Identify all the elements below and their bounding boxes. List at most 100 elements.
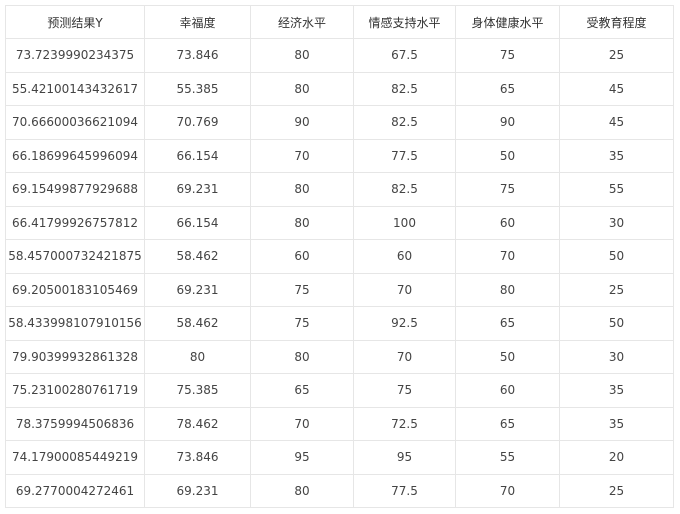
cell-happiness: 78.462 [144,406,251,441]
cell-happiness: 73.846 [144,440,251,475]
cell-happiness: 58.462 [144,239,251,274]
table-body: 73.7239990234375 73.846 80 67.5 75 25 55.42100… [5,38,674,508]
cell-education-level: 35 [559,138,674,173]
cell-happiness: 66.154 [144,138,251,173]
cell-prediction-y: 55.42100143432617 [5,71,145,106]
cell-physical-health: 50 [455,138,560,173]
cell-prediction-y: 79.90399932861328 [5,339,145,374]
cell-emotional-support: 67.5 [353,38,456,73]
table-row: 58.457000732421875 58.462 60 60 70 50 [5,239,674,274]
cell-physical-health: 65 [455,71,560,106]
cell-physical-health: 70 [455,473,560,508]
table-header: 预测结果Y 幸福度 经济水平 情感支持水平 身体健康水平 受教育程度 [5,5,674,39]
cell-emotional-support: 72.5 [353,406,456,441]
cell-education-level: 25 [559,473,674,508]
cell-emotional-support: 70 [353,339,456,374]
column-header-happiness: 幸福度 [144,5,251,39]
cell-prediction-y: 69.2770004272461 [5,473,145,508]
cell-physical-health: 60 [455,205,560,240]
cell-economic-level: 75 [250,306,354,341]
cell-prediction-y: 75.23100280761719 [5,373,145,408]
cell-emotional-support: 100 [353,205,456,240]
cell-emotional-support: 77.5 [353,138,456,173]
table-row: 79.90399932861328 80 80 70 50 30 [5,339,674,374]
table-row: 73.7239990234375 73.846 80 67.5 75 25 [5,38,674,73]
table-row: 69.15499877929688 69.231 80 82.5 75 55 [5,172,674,207]
cell-prediction-y: 73.7239990234375 [5,38,145,73]
cell-physical-health: 70 [455,239,560,274]
cell-economic-level: 75 [250,272,354,307]
cell-economic-level: 70 [250,138,354,173]
cell-economic-level: 70 [250,406,354,441]
cell-education-level: 35 [559,406,674,441]
cell-physical-health: 50 [455,339,560,374]
cell-happiness: 73.846 [144,38,251,73]
cell-happiness: 55.385 [144,71,251,106]
cell-prediction-y: 66.18699645996094 [5,138,145,173]
cell-happiness: 80 [144,339,251,374]
cell-physical-health: 55 [455,440,560,475]
cell-prediction-y: 69.15499877929688 [5,172,145,207]
cell-emotional-support: 92.5 [353,306,456,341]
cell-happiness: 69.231 [144,473,251,508]
table-row: 58.433998107910156 58.462 75 92.5 65 50 [5,306,674,341]
cell-education-level: 50 [559,239,674,274]
cell-physical-health: 65 [455,406,560,441]
cell-happiness: 66.154 [144,205,251,240]
cell-happiness: 75.385 [144,373,251,408]
cell-happiness: 58.462 [144,306,251,341]
cell-education-level: 55 [559,172,674,207]
cell-physical-health: 65 [455,306,560,341]
cell-happiness: 69.231 [144,272,251,307]
cell-emotional-support: 95 [353,440,456,475]
cell-economic-level: 80 [250,38,354,73]
cell-education-level: 50 [559,306,674,341]
table-row: 75.23100280761719 75.385 65 75 60 35 [5,373,674,408]
cell-education-level: 25 [559,38,674,73]
cell-physical-health: 90 [455,105,560,140]
cell-economic-level: 65 [250,373,354,408]
cell-economic-level: 80 [250,71,354,106]
table-row: 78.3759994506836 78.462 70 72.5 65 35 [5,406,674,441]
cell-education-level: 45 [559,71,674,106]
column-header-physical-health: 身体健康水平 [455,5,560,39]
cell-economic-level: 80 [250,172,354,207]
cell-prediction-y: 78.3759994506836 [5,406,145,441]
cell-happiness: 69.231 [144,172,251,207]
cell-emotional-support: 60 [353,239,456,274]
cell-emotional-support: 82.5 [353,71,456,106]
cell-economic-level: 80 [250,205,354,240]
cell-physical-health: 75 [455,38,560,73]
column-header-emotional-support: 情感支持水平 [353,5,456,39]
table-row: 69.2770004272461 69.231 80 77.5 70 25 [5,473,674,508]
cell-emotional-support: 77.5 [353,473,456,508]
cell-emotional-support: 82.5 [353,105,456,140]
cell-education-level: 30 [559,205,674,240]
cell-prediction-y: 69.20500183105469 [5,272,145,307]
column-header-prediction-y: 预测结果Y [5,5,145,39]
cell-emotional-support: 70 [353,272,456,307]
cell-economic-level: 80 [250,473,354,508]
cell-prediction-y: 66.41799926757812 [5,205,145,240]
cell-economic-level: 60 [250,239,354,274]
cell-emotional-support: 75 [353,373,456,408]
cell-economic-level: 80 [250,339,354,374]
cell-prediction-y: 58.433998107910156 [5,306,145,341]
cell-education-level: 35 [559,373,674,408]
results-table: 预测结果Y 幸福度 经济水平 情感支持水平 身体健康水平 受教育程度 73.72… [5,5,674,508]
cell-economic-level: 95 [250,440,354,475]
table-row: 74.17900085449219 73.846 95 95 55 20 [5,440,674,475]
cell-prediction-y: 58.457000732421875 [5,239,145,274]
table-row: 55.42100143432617 55.385 80 82.5 65 45 [5,71,674,106]
cell-physical-health: 60 [455,373,560,408]
cell-physical-health: 75 [455,172,560,207]
cell-education-level: 20 [559,440,674,475]
table-row: 70.66600036621094 70.769 90 82.5 90 45 [5,105,674,140]
cell-prediction-y: 70.66600036621094 [5,105,145,140]
cell-education-level: 25 [559,272,674,307]
cell-education-level: 30 [559,339,674,374]
cell-prediction-y: 74.17900085449219 [5,440,145,475]
header-row: 预测结果Y 幸福度 经济水平 情感支持水平 身体健康水平 受教育程度 [5,5,674,39]
table-row: 66.41799926757812 66.154 80 100 60 30 [5,205,674,240]
cell-physical-health: 80 [455,272,560,307]
